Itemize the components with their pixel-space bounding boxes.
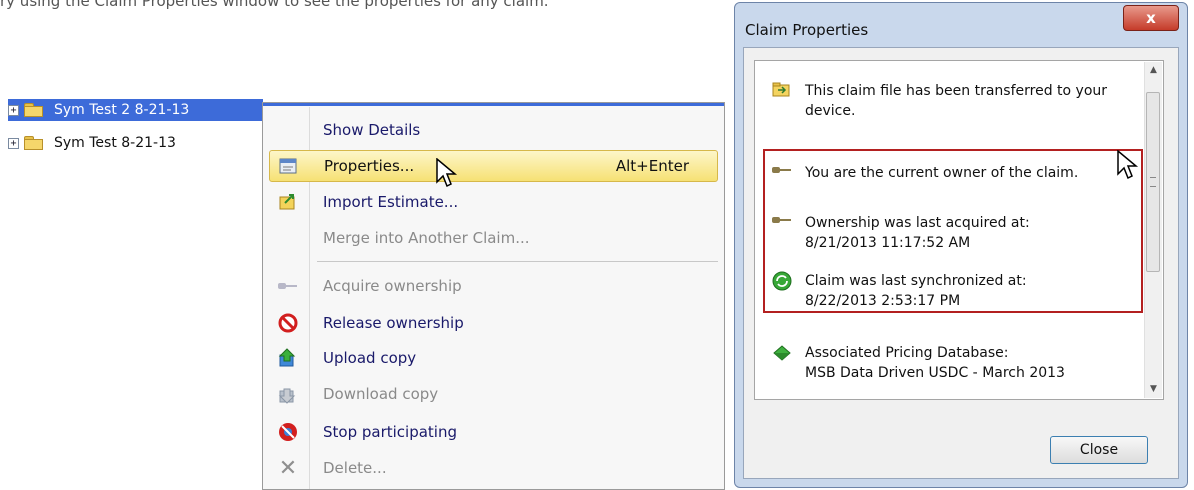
vertical-scrollbar[interactable]: ▲ ▼ (1144, 62, 1162, 398)
menu-item-delete[interactable]: ✕ Delete... (269, 453, 718, 483)
scroll-down-arrow-icon[interactable]: ▼ (1145, 381, 1162, 398)
menu-item-acquire-ownership[interactable]: Acquire ownership (269, 271, 718, 301)
menu-item-properties[interactable]: Properties... Alt+Enter (269, 150, 718, 182)
menu-separator (317, 261, 718, 262)
tree-item-label: Sym Test 2 8-21-13 (54, 102, 190, 118)
tree-item-sym-test[interactable]: + Sym Test 8-21-13 (8, 132, 248, 154)
tree-item-sym-test-2[interactable]: + Sym Test 2 8-21-13 (8, 99, 263, 121)
folder-icon (24, 136, 44, 150)
caption-text: ry using the Claim Properties window to … (0, 0, 549, 10)
entry-transfer: This claim file has been transferred to … (771, 81, 1107, 121)
upload-icon (275, 345, 301, 371)
claim-folder-icon (24, 103, 44, 117)
dialog-title: Claim Properties (745, 21, 869, 39)
menu-item-stop-participating[interactable]: Stop participating (269, 417, 718, 447)
transfer-icon (771, 81, 793, 101)
key-icon (275, 273, 301, 299)
menu-item-merge[interactable]: Merge into Another Claim... (269, 223, 718, 253)
scroll-up-arrow-icon[interactable]: ▲ (1145, 62, 1162, 79)
menu-item-release-ownership[interactable]: Release ownership (269, 308, 718, 338)
close-button[interactable]: Close (1050, 436, 1148, 464)
menu-item-show-details[interactable]: Show Details (269, 115, 718, 145)
scrollbar-thumb[interactable] (1146, 92, 1160, 272)
properties-icon (276, 153, 302, 179)
no-entry-icon (275, 310, 301, 336)
menu-item-upload-copy[interactable]: Upload copy (269, 343, 718, 373)
tree-item-label: Sym Test 8-21-13 (54, 135, 176, 151)
window-close-button[interactable]: x (1123, 5, 1179, 31)
dialog-client-area: This claim file has been transferred to … (743, 47, 1179, 479)
menu-item-import-estimate[interactable]: Import Estimate... (269, 187, 718, 217)
scroll-grip-icon (1150, 177, 1156, 187)
highlight-box (763, 149, 1143, 313)
menu-item-download-copy[interactable]: Download copy (269, 379, 718, 409)
expand-icon[interactable]: + (8, 137, 19, 149)
context-menu: Show Details Properties... Alt+Enter Imp… (262, 102, 725, 490)
properties-list: This claim file has been transferred to … (754, 60, 1164, 400)
accelerator-text: Alt+Enter (615, 157, 689, 175)
database-icon (771, 343, 793, 363)
import-icon (275, 189, 301, 215)
download-icon (275, 381, 301, 407)
claim-properties-dialog: Claim Properties x This claim file has b… (734, 2, 1188, 488)
entry-pricing-database: Associated Pricing Database: MSB Data Dr… (771, 343, 1065, 383)
menu-top-edge (263, 103, 724, 106)
stop-icon (275, 419, 301, 445)
expand-icon[interactable]: + (8, 104, 19, 116)
delete-x-icon: ✕ (278, 455, 298, 481)
